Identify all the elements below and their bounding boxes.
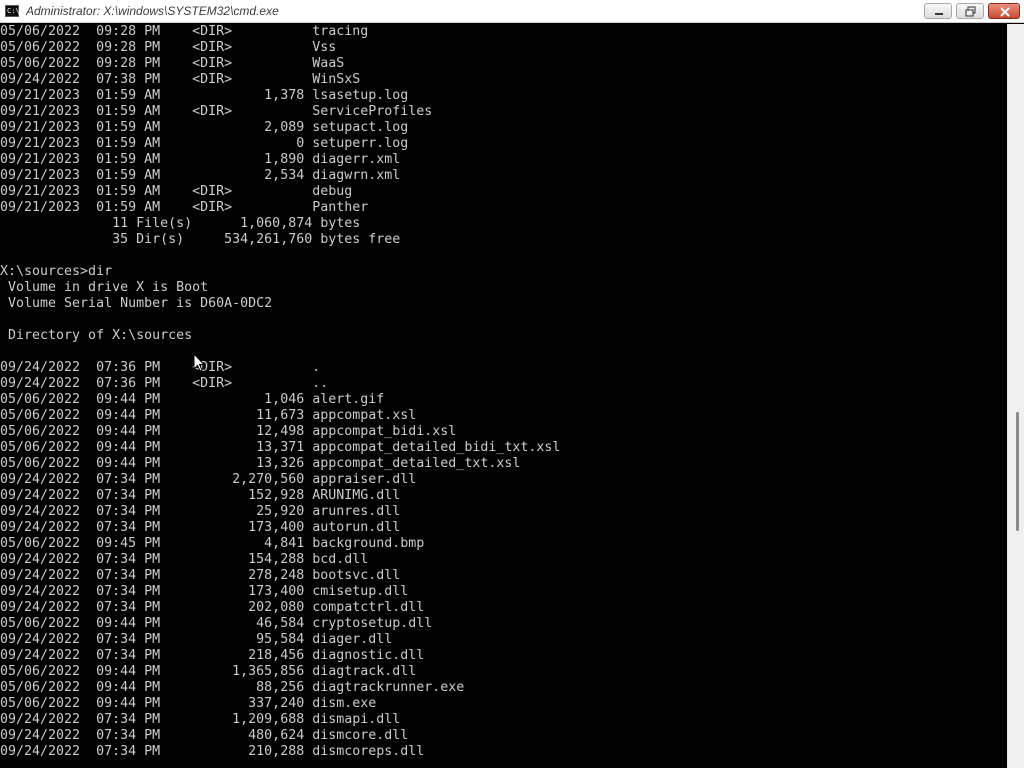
console-line: 09/24/2022 07:34 PM 2,270,560 appraiser.… <box>0 472 417 487</box>
console-line: 09/24/2022 07:34 PM 154,288 bcd.dll <box>0 552 369 567</box>
console-output[interactable]: 05/06/2022 09:28 PM <DIR> tracing 05/06/2… <box>0 24 1007 768</box>
console-line: 05/06/2022 09:28 PM <DIR> tracing <box>0 24 369 39</box>
console-line: 05/06/2022 09:44 PM 88,256 diagtrackrunn… <box>0 680 465 695</box>
close-icon <box>1000 7 1010 17</box>
console-line: 05/06/2022 09:44 PM 13,371 appcompat_det… <box>0 440 561 455</box>
console-line: 09/21/2023 01:59 AM <DIR> Panther <box>0 200 369 215</box>
console-line: 35 Dir(s) 534,261,760 bytes free <box>0 232 401 247</box>
console-line: X:\sources>dir <box>0 264 113 279</box>
console-line: 05/06/2022 09:44 PM 13,326 appcompat_det… <box>0 456 521 471</box>
close-button[interactable] <box>988 3 1020 19</box>
console-line: 05/06/2022 09:44 PM 1,046 alert.gif <box>0 392 385 407</box>
console-line: Volume in drive X is Boot <box>0 280 209 295</box>
console-line: 05/06/2022 09:28 PM <DIR> WaaS <box>0 56 345 71</box>
console-line: 09/24/2022 07:34 PM 25,920 arunres.dll <box>0 504 401 519</box>
console-line: Directory of X:\sources <box>0 328 193 343</box>
console-line: 09/21/2023 01:59 AM 0 setuperr.log <box>0 136 409 151</box>
console-line: 09/21/2023 01:59 AM <DIR> debug <box>0 184 353 199</box>
restore-icon <box>965 6 976 17</box>
console-line: 09/24/2022 07:34 PM 218,456 diagnostic.d… <box>0 648 425 663</box>
vertical-scrollbar[interactable] <box>1007 24 1024 768</box>
mouse-pointer-icon <box>193 353 205 372</box>
console-line: 09/24/2022 07:34 PM 480,624 dismcore.dll <box>0 728 409 743</box>
console-line: 05/06/2022 09:44 PM 11,673 appcompat.xsl <box>0 408 417 423</box>
console-line: 09/24/2022 07:34 PM 210,288 dismcoreps.d… <box>0 744 425 759</box>
console-line: 11 File(s) 1,060,874 bytes <box>0 216 361 231</box>
console-line: 05/06/2022 09:44 PM 1,365,856 diagtrack.… <box>0 664 417 679</box>
console-line: 09/24/2022 07:34 PM 173,400 autorun.dll <box>0 520 401 535</box>
console-line: 09/21/2023 01:59 AM 2,089 setupact.log <box>0 120 409 135</box>
console-line: 05/06/2022 09:28 PM <DIR> Vss <box>0 40 337 55</box>
console-line: 09/24/2022 07:38 PM <DIR> WinSxS <box>0 72 361 87</box>
console-line: 09/24/2022 07:34 PM 278,248 bootsvc.dll <box>0 568 401 583</box>
console-line: 09/24/2022 07:34 PM 152,928 ARUNIMG.dll <box>0 488 401 503</box>
window-title: Administrator: X:\windows\SYSTEM32\cmd.e… <box>26 4 279 18</box>
console-line: 09/21/2023 01:59 AM 2,534 diagwrn.xml <box>0 168 401 183</box>
restore-button[interactable] <box>956 3 984 19</box>
cmd-icon[interactable]: C:\ <box>5 5 20 17</box>
console-line: 09/21/2023 01:59 AM 1,378 lsasetup.log <box>0 88 409 103</box>
cmd-window: C:\ Administrator: X:\windows\SYSTEM32\c… <box>0 0 1024 768</box>
console-line: 05/06/2022 09:45 PM 4,841 background.bmp <box>0 536 425 551</box>
console-line: 09/24/2022 07:36 PM <DIR> . <box>0 360 321 375</box>
console-line: Volume Serial Number is D60A-0DC2 <box>0 296 273 311</box>
console-line: 09/24/2022 07:34 PM 1,209,688 dismapi.dl… <box>0 712 401 727</box>
console-line: 05/06/2022 09:44 PM 46,584 cryptosetup.d… <box>0 616 433 631</box>
console-line: 05/06/2022 09:44 PM 337,240 dism.exe <box>0 696 377 711</box>
console-line: 09/24/2022 07:36 PM <DIR> .. <box>0 376 329 391</box>
console-line: 05/06/2022 09:44 PM 12,498 appcompat_bid… <box>0 424 457 439</box>
minimize-icon <box>935 13 943 15</box>
console-line: 09/24/2022 07:34 PM 173,400 cmisetup.dll <box>0 584 409 599</box>
console-line: 09/24/2022 07:34 PM 202,080 compatctrl.d… <box>0 600 425 615</box>
title-bar[interactable]: C:\ Administrator: X:\windows\SYSTEM32\c… <box>0 0 1024 23</box>
minimize-button[interactable] <box>924 3 952 19</box>
console-line: 09/24/2022 07:34 PM 95,584 diager.dll <box>0 632 393 647</box>
console-line: 09/21/2023 01:59 AM <DIR> ServiceProfile… <box>0 104 433 119</box>
console-line: 09/21/2023 01:59 AM 1,890 diagerr.xml <box>0 152 401 167</box>
scrollbar-thumb[interactable] <box>1016 412 1019 531</box>
